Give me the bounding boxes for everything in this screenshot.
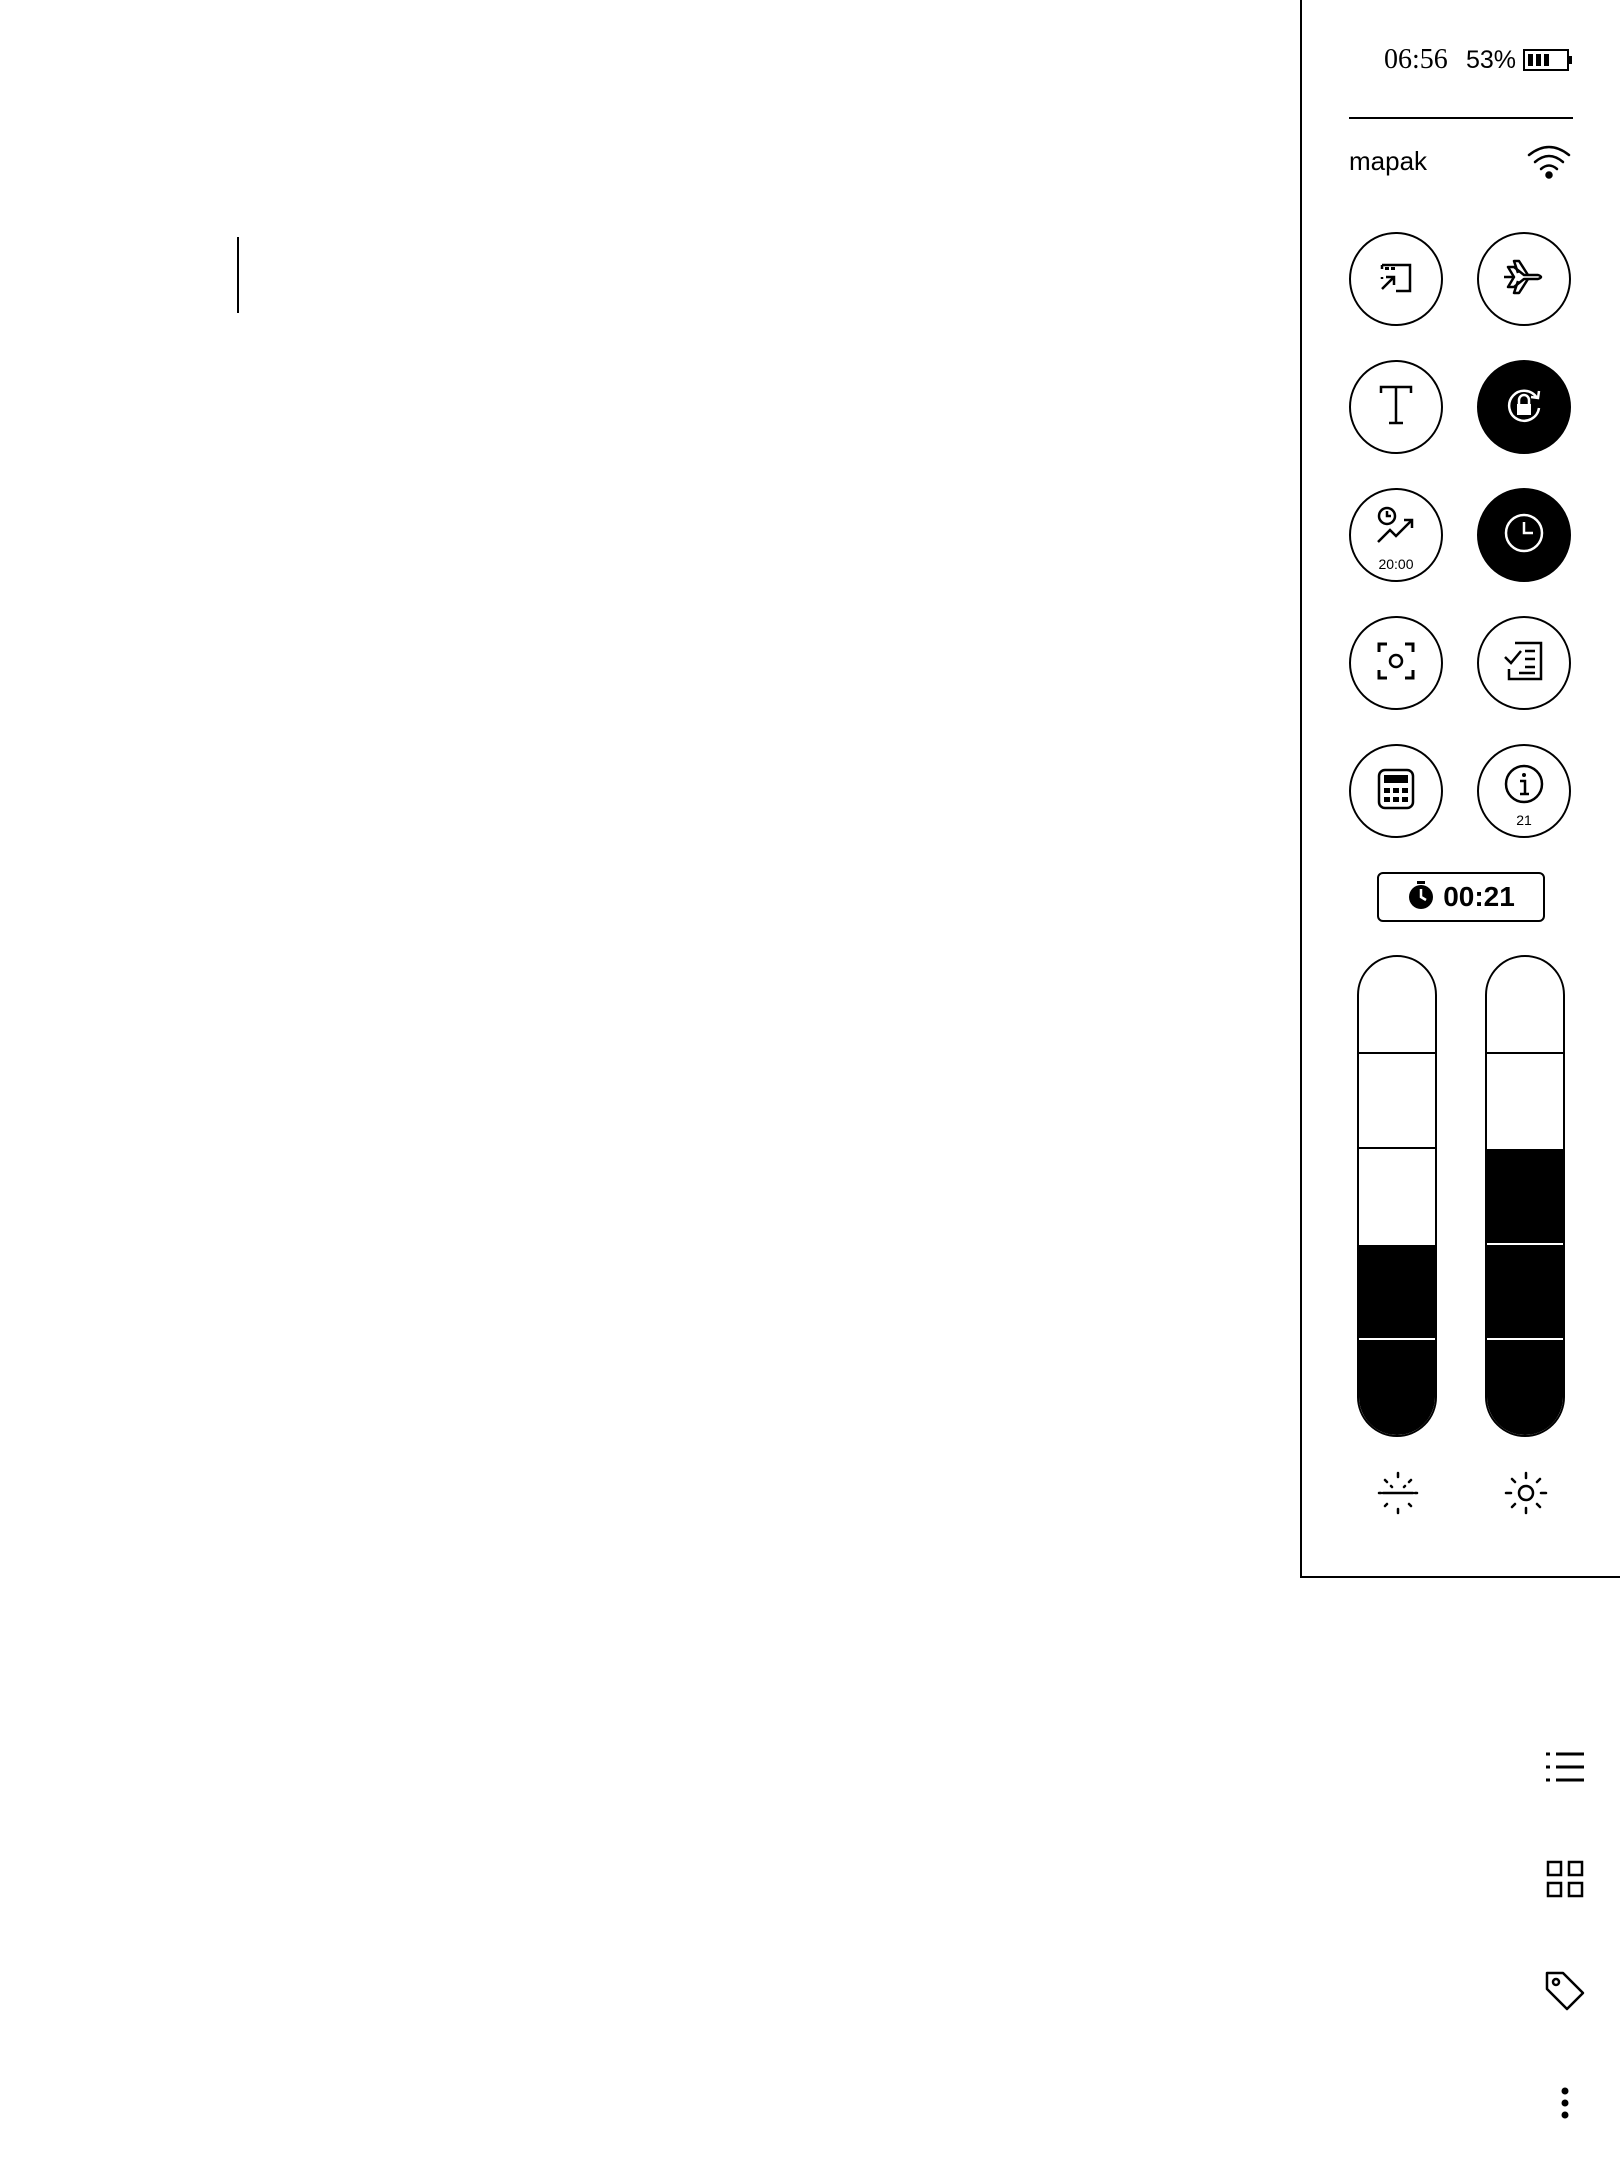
slider-step-divider (1487, 1242, 1563, 1245)
slider-fill (1487, 1148, 1563, 1435)
brightness-slider[interactable] (1485, 955, 1565, 1437)
control-panel: 06:56 53% mapak 20:00 21 00:21 (1300, 0, 1620, 1578)
text-icon (1376, 383, 1416, 432)
clock-button[interactable] (1477, 488, 1571, 582)
clock-text: 06:56 (1384, 44, 1448, 75)
cast-icon (1374, 257, 1418, 302)
rotation-lock-icon (1501, 382, 1547, 433)
rotation-lock-button[interactable] (1477, 360, 1571, 454)
screenshot-button[interactable] (1349, 616, 1443, 710)
scheduled-refresh-time: 20:00 (1378, 556, 1414, 572)
stopwatch-icon (1407, 880, 1435, 915)
calculator-button[interactable] (1349, 744, 1443, 838)
slider-step-divider (1359, 1147, 1435, 1150)
grid-icon (1546, 1860, 1584, 1903)
status-bar: 06:56 53% (1302, 40, 1620, 80)
clock-icon (1502, 511, 1546, 560)
slider-step-divider (1359, 1338, 1435, 1341)
info-icon (1503, 763, 1545, 810)
more-vertical-icon (1560, 2086, 1570, 2125)
more-button[interactable] (1540, 2080, 1590, 2130)
wifi-icon[interactable] (1526, 142, 1572, 185)
stopwatch-timer[interactable]: 00:21 (1377, 872, 1545, 922)
slider-step-divider (1359, 1242, 1435, 1245)
schedule-trend-icon (1374, 506, 1418, 551)
screencast-button[interactable] (1349, 232, 1443, 326)
list-button[interactable] (1540, 1744, 1590, 1794)
sun-icon (1503, 1470, 1549, 1521)
screenshot-icon (1375, 640, 1417, 687)
checklist-icon (1503, 639, 1545, 688)
battery-percent: 53% (1466, 46, 1517, 74)
scheduled-refresh-button[interactable]: 20:00 (1349, 488, 1443, 582)
airplane-mode-button[interactable] (1477, 232, 1571, 326)
timer-value: 00:21 (1443, 881, 1515, 912)
list-icon (1544, 1750, 1586, 1789)
tag-button[interactable] (1540, 1968, 1590, 2018)
slider-step-divider (1487, 1051, 1563, 1054)
divider (1349, 117, 1573, 119)
battery-icon (1523, 49, 1573, 76)
font-button[interactable] (1349, 360, 1443, 454)
tag-icon (1543, 1969, 1587, 2018)
calculator-icon (1375, 767, 1417, 816)
dim-sun-icon (1375, 1470, 1421, 1521)
slider-step-divider (1359, 1051, 1435, 1054)
warm-light-slider[interactable] (1357, 955, 1437, 1437)
wifi-network-name[interactable]: mapak (1349, 143, 1427, 179)
info-button[interactable]: 21 (1477, 744, 1571, 838)
text-cursor (237, 237, 239, 313)
airplane-icon (1500, 253, 1548, 306)
slider-step-divider (1487, 1147, 1563, 1150)
tasks-button[interactable] (1477, 616, 1571, 710)
grid-button[interactable] (1540, 1856, 1590, 1906)
info-count: 21 (1516, 812, 1532, 828)
slider-step-divider (1487, 1338, 1563, 1341)
